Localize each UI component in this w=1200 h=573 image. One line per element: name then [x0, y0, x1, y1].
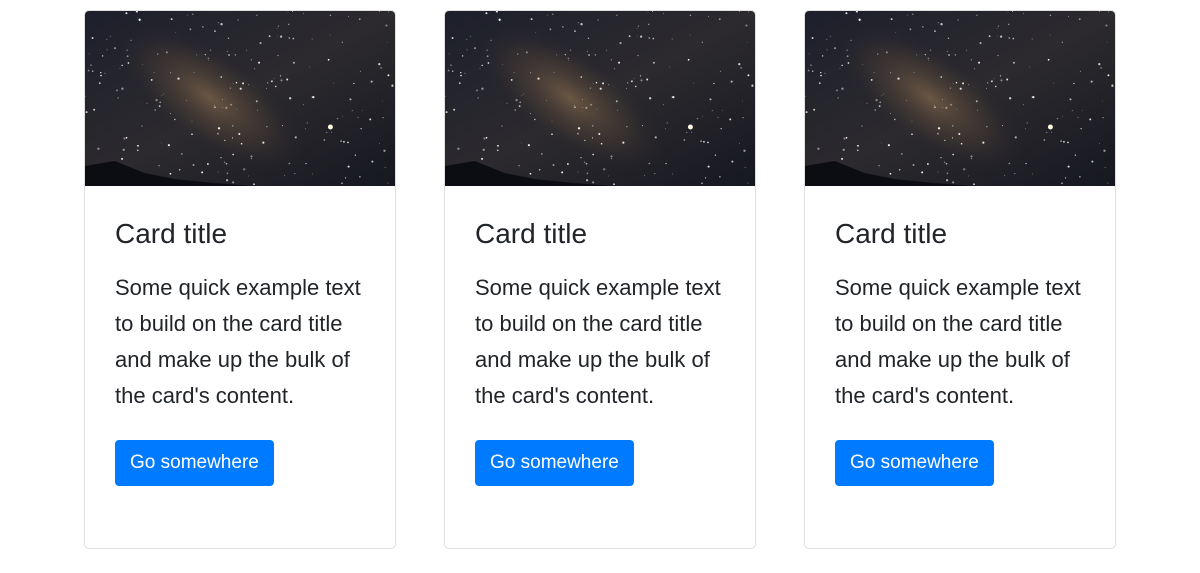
card-title: Card title [115, 218, 228, 249]
go-somewhere-button[interactable]: Go somewhere [475, 440, 634, 486]
card-image [85, 11, 395, 186]
card-image [445, 11, 755, 186]
card-title: Card title [835, 218, 948, 249]
card-body: Card title Some quick example text to bu… [85, 217, 395, 486]
card: Card title Some quick example text to bu… [444, 10, 756, 549]
card-text: Some quick example text to build on the … [475, 275, 721, 408]
card-body: Card title Some quick example text to bu… [445, 217, 755, 486]
card-body: Card title Some quick example text to bu… [805, 217, 1115, 486]
card-title: Card title [475, 218, 588, 249]
go-somewhere-button[interactable]: Go somewhere [835, 440, 994, 486]
card-text: Some quick example text to build on the … [835, 275, 1081, 408]
card-image [805, 11, 1115, 186]
card: Card title Some quick example text to bu… [84, 10, 396, 549]
card-text: Some quick example text to build on the … [115, 275, 361, 408]
card: Card title Some quick example text to bu… [804, 10, 1116, 549]
go-somewhere-button[interactable]: Go somewhere [115, 440, 274, 486]
